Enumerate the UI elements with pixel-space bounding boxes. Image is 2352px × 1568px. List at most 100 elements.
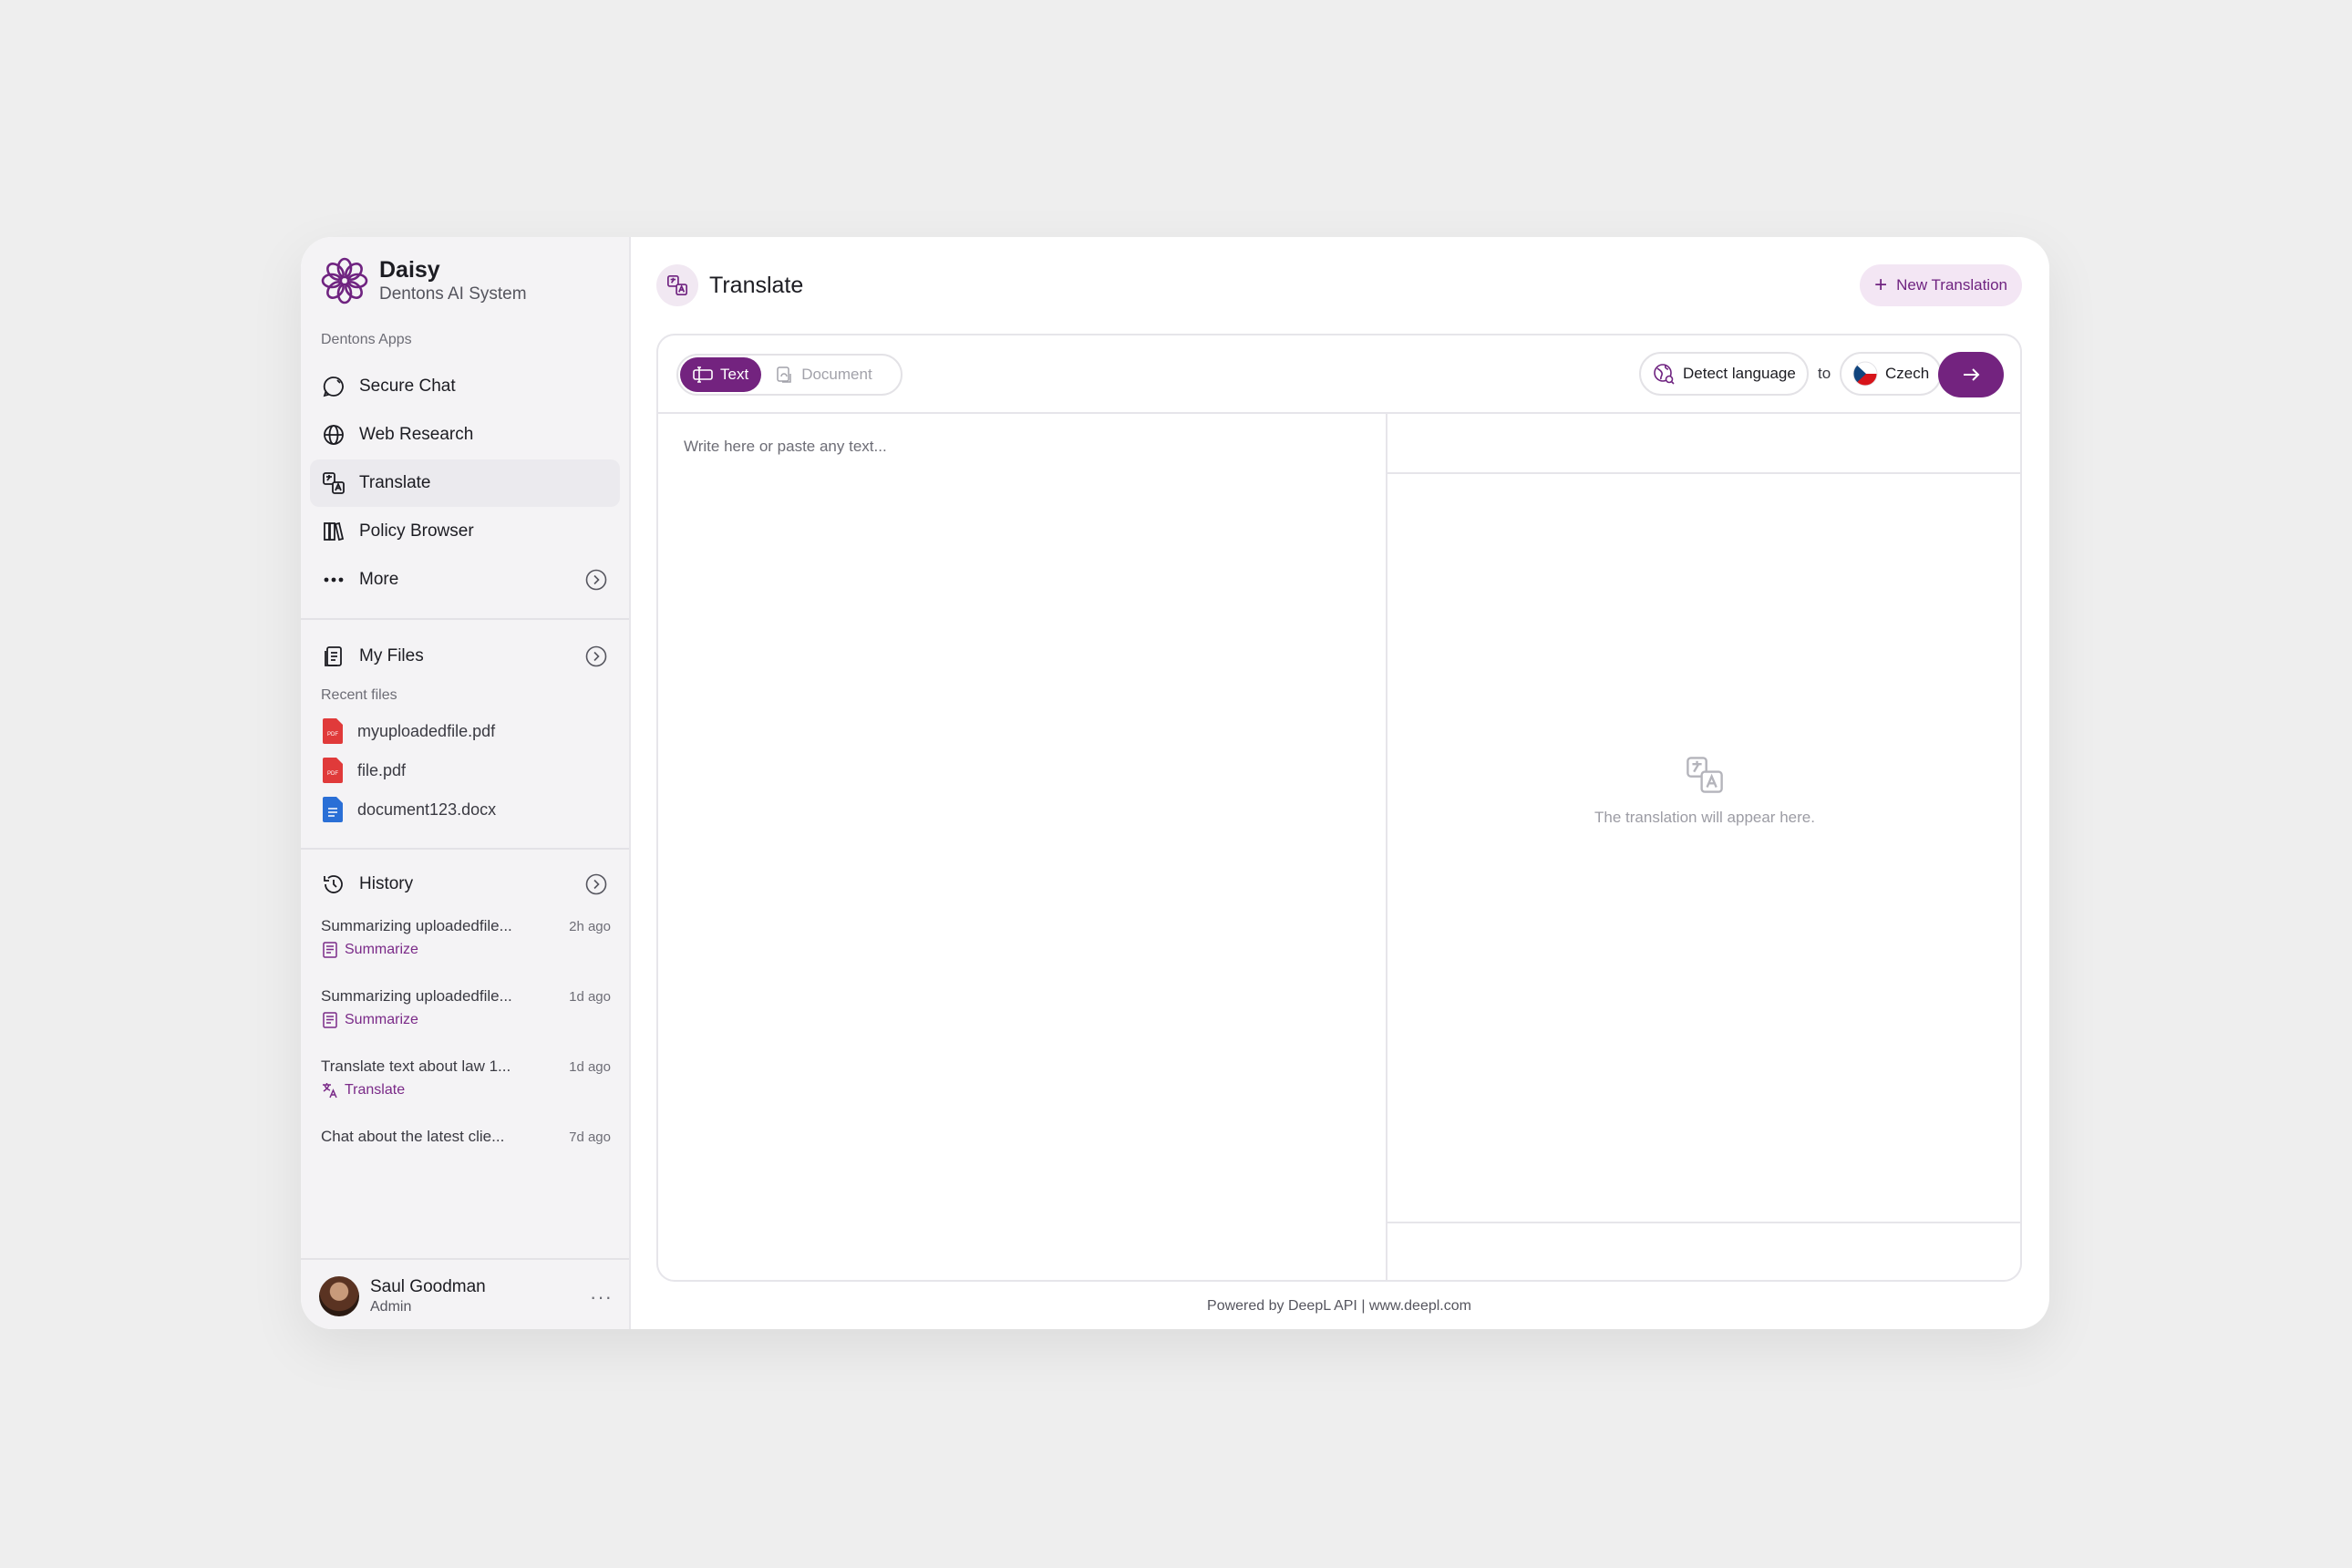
history-time: 1d ago xyxy=(569,989,611,1005)
chevron-right-circle-icon[interactable] xyxy=(585,645,607,667)
chevron-right-circle-icon[interactable] xyxy=(585,569,607,591)
translate-icon xyxy=(656,264,698,306)
tab-document-label: Document xyxy=(801,366,872,383)
sidebar-item-label: Policy Browser xyxy=(359,521,474,541)
files-icon xyxy=(321,644,346,669)
app-window: Daisy Dentons AI System Dentons Apps Sec… xyxy=(301,237,2049,1329)
history-title: Translate text about law 1... xyxy=(321,1057,511,1075)
plus-icon: + xyxy=(1874,273,1888,297)
czech-flag-icon xyxy=(1852,361,1878,387)
tab-text-label: Text xyxy=(720,366,749,383)
more-dots-icon xyxy=(321,567,346,593)
arrow-right-icon xyxy=(1964,368,1980,381)
file-item[interactable]: PDF myuploadedfile.pdf xyxy=(323,718,495,744)
output-empty-state: The translation will appear here. xyxy=(1387,755,2020,827)
new-translation-button[interactable]: + New Translation xyxy=(1860,264,2022,306)
sidebar-item-label: Translate xyxy=(359,473,431,492)
recent-files-label: Recent files xyxy=(321,687,397,703)
sidebar-item-label: My Files xyxy=(359,646,424,665)
page-title: Translate xyxy=(709,272,804,298)
user-name: Saul Goodman xyxy=(370,1277,486,1296)
document-icon xyxy=(777,366,791,383)
history-tag: Summarize xyxy=(321,1011,611,1029)
summarize-icon xyxy=(323,1012,337,1028)
sidebar-item-label: More xyxy=(359,570,399,589)
sidebar-item-web-research[interactable]: Web Research xyxy=(310,411,620,459)
brand[interactable]: Daisy Dentons AI System xyxy=(319,255,527,306)
chat-icon xyxy=(321,374,346,399)
svg-text:PDF: PDF xyxy=(327,771,338,777)
history-title: Chat about the latest clie... xyxy=(321,1128,505,1145)
user-role: Admin xyxy=(370,1299,412,1315)
source-language-select[interactable]: Detect language xyxy=(1639,352,1809,396)
translate-icon xyxy=(323,1083,337,1099)
pdf-file-icon: PDF xyxy=(323,758,343,783)
brand-subtitle: Dentons AI System xyxy=(379,284,527,304)
sidebar-item-more[interactable]: More xyxy=(310,556,620,603)
history-tag-label: Summarize xyxy=(345,942,418,957)
more-options-icon[interactable]: ··· xyxy=(590,1285,613,1309)
history-item[interactable]: Translate text about law 1... 1d ago Tra… xyxy=(321,1057,611,1099)
translate-icon xyxy=(321,470,346,496)
apps-section-label: Dentons Apps xyxy=(321,332,412,347)
mode-toggle: Text Document xyxy=(676,354,903,396)
text-cursor-icon xyxy=(693,366,713,383)
avatar xyxy=(319,1276,359,1316)
tab-document[interactable]: Document xyxy=(763,357,884,392)
output-placeholder: The translation will appear here. xyxy=(1594,809,1815,826)
sidebar-item-policy-browser[interactable]: Policy Browser xyxy=(310,508,620,555)
sidebar: Daisy Dentons AI System Dentons Apps Sec… xyxy=(301,237,631,1329)
detect-language-icon xyxy=(1654,364,1675,385)
source-text-area xyxy=(658,414,1387,1280)
file-item[interactable]: PDF file.pdf xyxy=(323,758,406,783)
source-text-input[interactable] xyxy=(658,414,1386,1280)
history-clock-icon xyxy=(321,872,346,897)
user-divider xyxy=(301,1258,629,1260)
new-translation-label: New Translation xyxy=(1896,276,2007,294)
output-header xyxy=(1387,414,2020,474)
history-time: 2h ago xyxy=(569,919,611,934)
file-name: file.pdf xyxy=(357,760,407,779)
to-label: to xyxy=(1818,365,1831,382)
sidebar-item-label: History xyxy=(359,874,414,893)
page-header: Translate xyxy=(656,264,803,306)
history-item[interactable]: Summarizing uploadedfile... 1d ago Summa… xyxy=(321,987,611,1029)
sidebar-item-secure-chat[interactable]: Secure Chat xyxy=(310,363,620,410)
history-title: Summarizing uploadedfile... xyxy=(321,987,512,1005)
target-language-select[interactable]: Czech xyxy=(1840,352,1943,396)
target-language-label: Czech xyxy=(1885,365,1930,382)
translation-output: The translation will appear here. xyxy=(1387,414,2020,1280)
history-tag-label: Translate xyxy=(345,1082,406,1098)
main-content: Translate + New Translation Text Documen… xyxy=(631,237,2049,1329)
sidebar-divider xyxy=(301,848,629,850)
summarize-icon xyxy=(323,942,337,958)
translation-panel: Text Document Detect language to Czech W… xyxy=(656,334,2022,1282)
file-item[interactable]: document123.docx xyxy=(323,797,496,822)
source-language-label: Detect language xyxy=(1683,365,1796,382)
sidebar-item-my-files[interactable]: My Files xyxy=(310,633,620,680)
history-item[interactable]: Summarizing uploadedfile... 2h ago Summa… xyxy=(321,917,611,959)
pdf-file-icon: PDF xyxy=(323,718,343,744)
history-item[interactable]: Chat about the latest clie... 7d ago xyxy=(321,1128,611,1146)
file-name: document123.docx xyxy=(357,799,497,819)
books-icon xyxy=(321,519,346,544)
sidebar-item-translate[interactable]: Translate xyxy=(310,459,620,507)
history-tag: Summarize xyxy=(321,941,611,959)
powered-by-footer: Powered by DeepL API | www.deepl.com xyxy=(1207,1298,1471,1314)
sidebar-item-label: Web Research xyxy=(359,425,474,444)
daisy-logo-icon xyxy=(321,257,368,304)
translate-placeholder-icon xyxy=(1687,757,1723,793)
history-tag: Translate xyxy=(321,1081,611,1099)
svg-text:PDF: PDF xyxy=(327,732,338,738)
history-tag-label: Summarize xyxy=(345,1012,418,1027)
user-profile[interactable]: Saul Goodman Admin ··· xyxy=(319,1276,616,1316)
sidebar-divider xyxy=(301,618,629,620)
sidebar-item-history[interactable]: History xyxy=(310,861,620,908)
brand-name: Daisy xyxy=(379,257,440,283)
translate-go-button[interactable] xyxy=(1938,352,2004,397)
tab-text[interactable]: Text xyxy=(680,357,762,392)
history-time: 7d ago xyxy=(569,1130,611,1145)
history-time: 1d ago xyxy=(569,1059,611,1075)
chevron-right-circle-icon[interactable] xyxy=(585,873,607,895)
docx-file-icon xyxy=(323,797,343,822)
